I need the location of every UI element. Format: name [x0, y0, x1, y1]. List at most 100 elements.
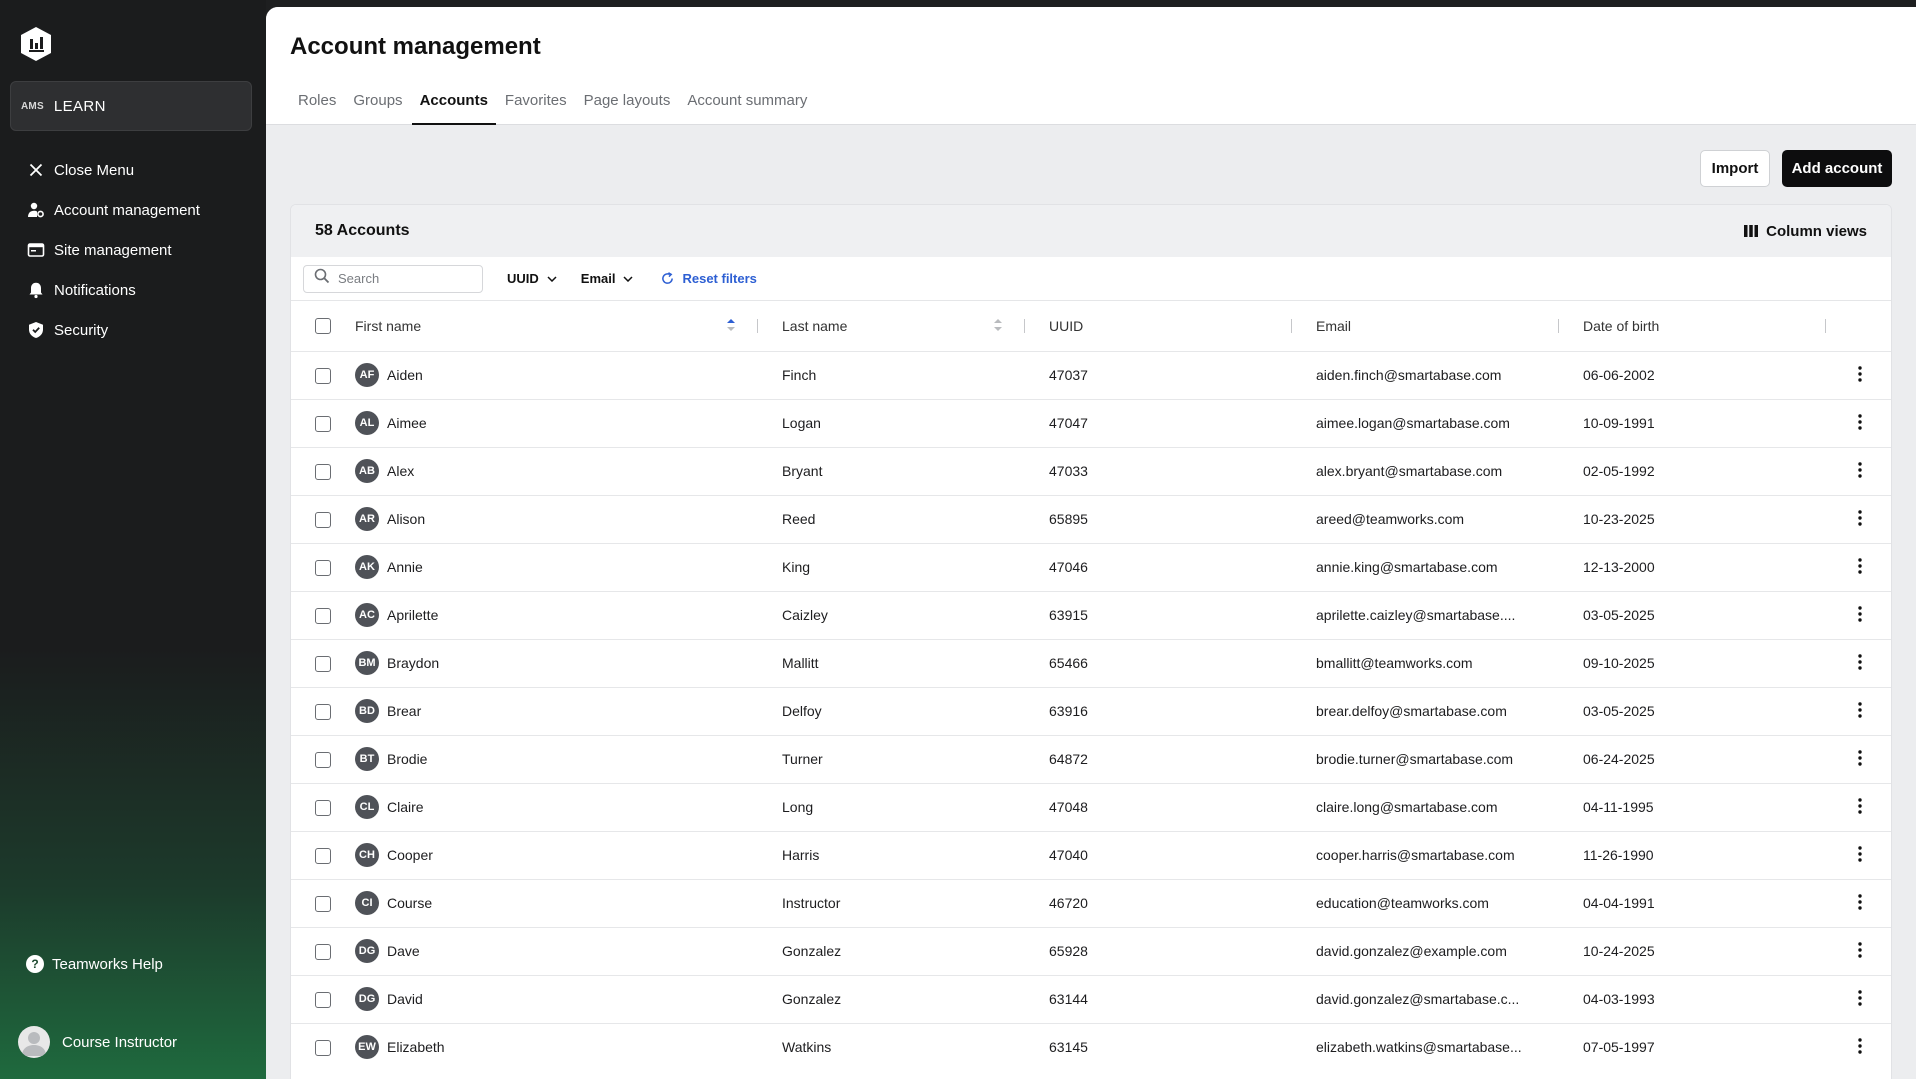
row-checkbox[interactable] [315, 991, 331, 1008]
table-row[interactable]: BM Braydon Mallitt 65466 bmallitt@teamwo… [291, 639, 1891, 687]
date-of-birth-cell: 03-05-2025 [1583, 703, 1655, 719]
table-row[interactable]: BT Brodie Turner 64872 brodie.turner@sma… [291, 735, 1891, 783]
more-vertical-icon[interactable] [1848, 941, 1872, 958]
more-vertical-icon[interactable] [1848, 605, 1872, 622]
tab-groups[interactable]: Groups [345, 87, 410, 125]
search-icon [314, 268, 330, 289]
last-name-cell: Long [782, 799, 814, 815]
reset-filters-button[interactable]: Reset filters [661, 271, 757, 286]
tab-page-layouts[interactable]: Page layouts [576, 87, 679, 125]
email-cell: cooper.harris@smartabase.com [1316, 847, 1515, 863]
table-row[interactable]: EW Elizabeth Watkins 63145 elizabeth.wat… [291, 1023, 1891, 1071]
accounts-count: 58 Accounts [315, 222, 410, 239]
table-row[interactable]: DG Dave Gonzalez 65928 david.gonzalez@ex… [291, 927, 1891, 975]
sidebar-item-account-management[interactable]: Account management [0, 190, 266, 230]
user-profile[interactable]: Course Instructor [18, 1026, 177, 1058]
add-account-button[interactable]: Add account [1782, 150, 1892, 187]
sidebar-item-security[interactable]: Security [0, 310, 266, 350]
row-checkbox[interactable] [315, 751, 331, 768]
row-checkbox[interactable] [315, 799, 331, 816]
row-checkbox[interactable] [315, 367, 331, 384]
table-row[interactable]: CL Claire Long 47048 claire.long@smartab… [291, 783, 1891, 831]
sidebar: AMS LEARN Close Menu Account management … [0, 0, 266, 1079]
first-name-cell: AK Annie [355, 543, 758, 591]
table-row[interactable]: DG David Gonzalez 63144 david.gonzalez@s… [291, 975, 1891, 1023]
more-vertical-icon[interactable] [1848, 653, 1872, 670]
avatar: DG [355, 939, 379, 963]
last-name-cell: King [782, 559, 811, 575]
more-vertical-icon[interactable] [1848, 749, 1872, 766]
tab-accounts[interactable]: Accounts [411, 87, 496, 125]
column-header-email[interactable]: Email [1292, 301, 1559, 351]
sidebar-item-site-management[interactable]: Site management [0, 230, 266, 270]
row-checkbox[interactable] [315, 511, 331, 528]
more-vertical-icon[interactable] [1848, 1038, 1872, 1054]
teamworks-help-link[interactable]: ? Teamworks Help [26, 955, 163, 973]
sort-icon[interactable] [993, 318, 1003, 335]
more-vertical-icon[interactable] [1848, 701, 1872, 718]
import-button[interactable]: Import [1700, 150, 1770, 187]
uuid-filter-dropdown[interactable]: UUID [507, 271, 557, 286]
row-actions-cell [1826, 639, 1891, 687]
row-checkbox[interactable] [315, 703, 331, 720]
row-checkbox[interactable] [315, 607, 331, 624]
row-checkbox[interactable] [315, 655, 331, 672]
table-row[interactable]: BD Brear Delfoy 63916 brear.delfoy@smart… [291, 687, 1891, 735]
row-checkbox[interactable] [315, 1039, 331, 1056]
table-row[interactable]: AF Aiden Finch 47037 aiden.finch@smartab… [291, 351, 1891, 399]
email-cell: david.gonzalez@smartabase.c... [1316, 991, 1520, 1007]
row-checkbox[interactable] [315, 463, 331, 480]
row-checkbox[interactable] [315, 559, 331, 576]
row-checkbox[interactable] [315, 415, 331, 432]
uuid-cell: 47033 [1049, 463, 1088, 479]
email-cell: brear.delfoy@smartabase.com [1316, 703, 1507, 719]
table-row[interactable]: AC Aprilette Caizley 63915 aprilette.cai… [291, 591, 1891, 639]
first-name: Cooper [387, 847, 433, 863]
more-vertical-icon[interactable] [1848, 557, 1872, 574]
avatar: AL [355, 411, 379, 435]
row-actions-cell [1826, 975, 1891, 1023]
row-checkbox[interactable] [315, 847, 331, 864]
more-vertical-icon[interactable] [1848, 461, 1872, 478]
sidebar-item-close-menu[interactable]: Close Menu [0, 150, 266, 190]
uuid-cell: 63916 [1049, 703, 1088, 719]
email-cell: bmallitt@teamworks.com [1316, 655, 1473, 671]
app-switcher[interactable]: AMS LEARN [10, 81, 252, 131]
more-vertical-icon[interactable] [1848, 797, 1872, 814]
chevron-down-icon [547, 275, 557, 282]
more-vertical-icon[interactable] [1848, 989, 1872, 1006]
column-header-first-name[interactable]: First name [355, 301, 758, 351]
tab-account-summary[interactable]: Account summary [679, 87, 815, 125]
table-row[interactable]: AL Aimee Logan 47047 aimee.logan@smartab… [291, 399, 1891, 447]
first-name-cell: AR Alison [355, 495, 758, 543]
row-checkbox[interactable] [315, 895, 331, 912]
date-of-birth-cell: 02-05-1992 [1583, 463, 1655, 479]
first-name: Claire [387, 799, 424, 815]
table-row[interactable]: CH Cooper Harris 47040 cooper.harris@sma… [291, 831, 1891, 879]
table-row[interactable]: AR Alison Reed 65895 areed@teamworks.com… [291, 495, 1891, 543]
teamworks-logo-icon[interactable] [20, 26, 52, 62]
search-input[interactable] [338, 271, 468, 286]
more-vertical-icon[interactable] [1848, 893, 1872, 910]
more-vertical-icon[interactable] [1848, 413, 1872, 430]
column-views-button[interactable]: Column views [1744, 223, 1867, 240]
tab-roles[interactable]: Roles [290, 87, 344, 125]
column-header-uuid[interactable]: UUID [1025, 301, 1292, 351]
row-actions-cell [1826, 447, 1891, 495]
search-box[interactable] [303, 264, 483, 293]
table-row[interactable]: CI Course Instructor 46720 education@tea… [291, 879, 1891, 927]
tab-favorites[interactable]: Favorites [497, 87, 575, 125]
table-row[interactable]: AK Annie King 47046 annie.king@smartabas… [291, 543, 1891, 591]
email-cell: brodie.turner@smartabase.com [1316, 751, 1514, 767]
sidebar-item-notifications[interactable]: Notifications [0, 270, 266, 310]
more-vertical-icon[interactable] [1848, 365, 1872, 382]
table-row[interactable]: AB Alex Bryant 47033 alex.bryant@smartab… [291, 447, 1891, 495]
column-header-date-of-birth[interactable]: Date of birth [1559, 301, 1826, 351]
select-all-checkbox[interactable] [315, 318, 331, 335]
more-vertical-icon[interactable] [1848, 845, 1872, 862]
sort-ascending-icon[interactable] [726, 318, 736, 335]
email-filter-dropdown[interactable]: Email [581, 271, 634, 286]
more-vertical-icon[interactable] [1848, 509, 1872, 526]
row-checkbox[interactable] [315, 943, 331, 960]
column-header-last-name[interactable]: Last name [758, 301, 1025, 351]
